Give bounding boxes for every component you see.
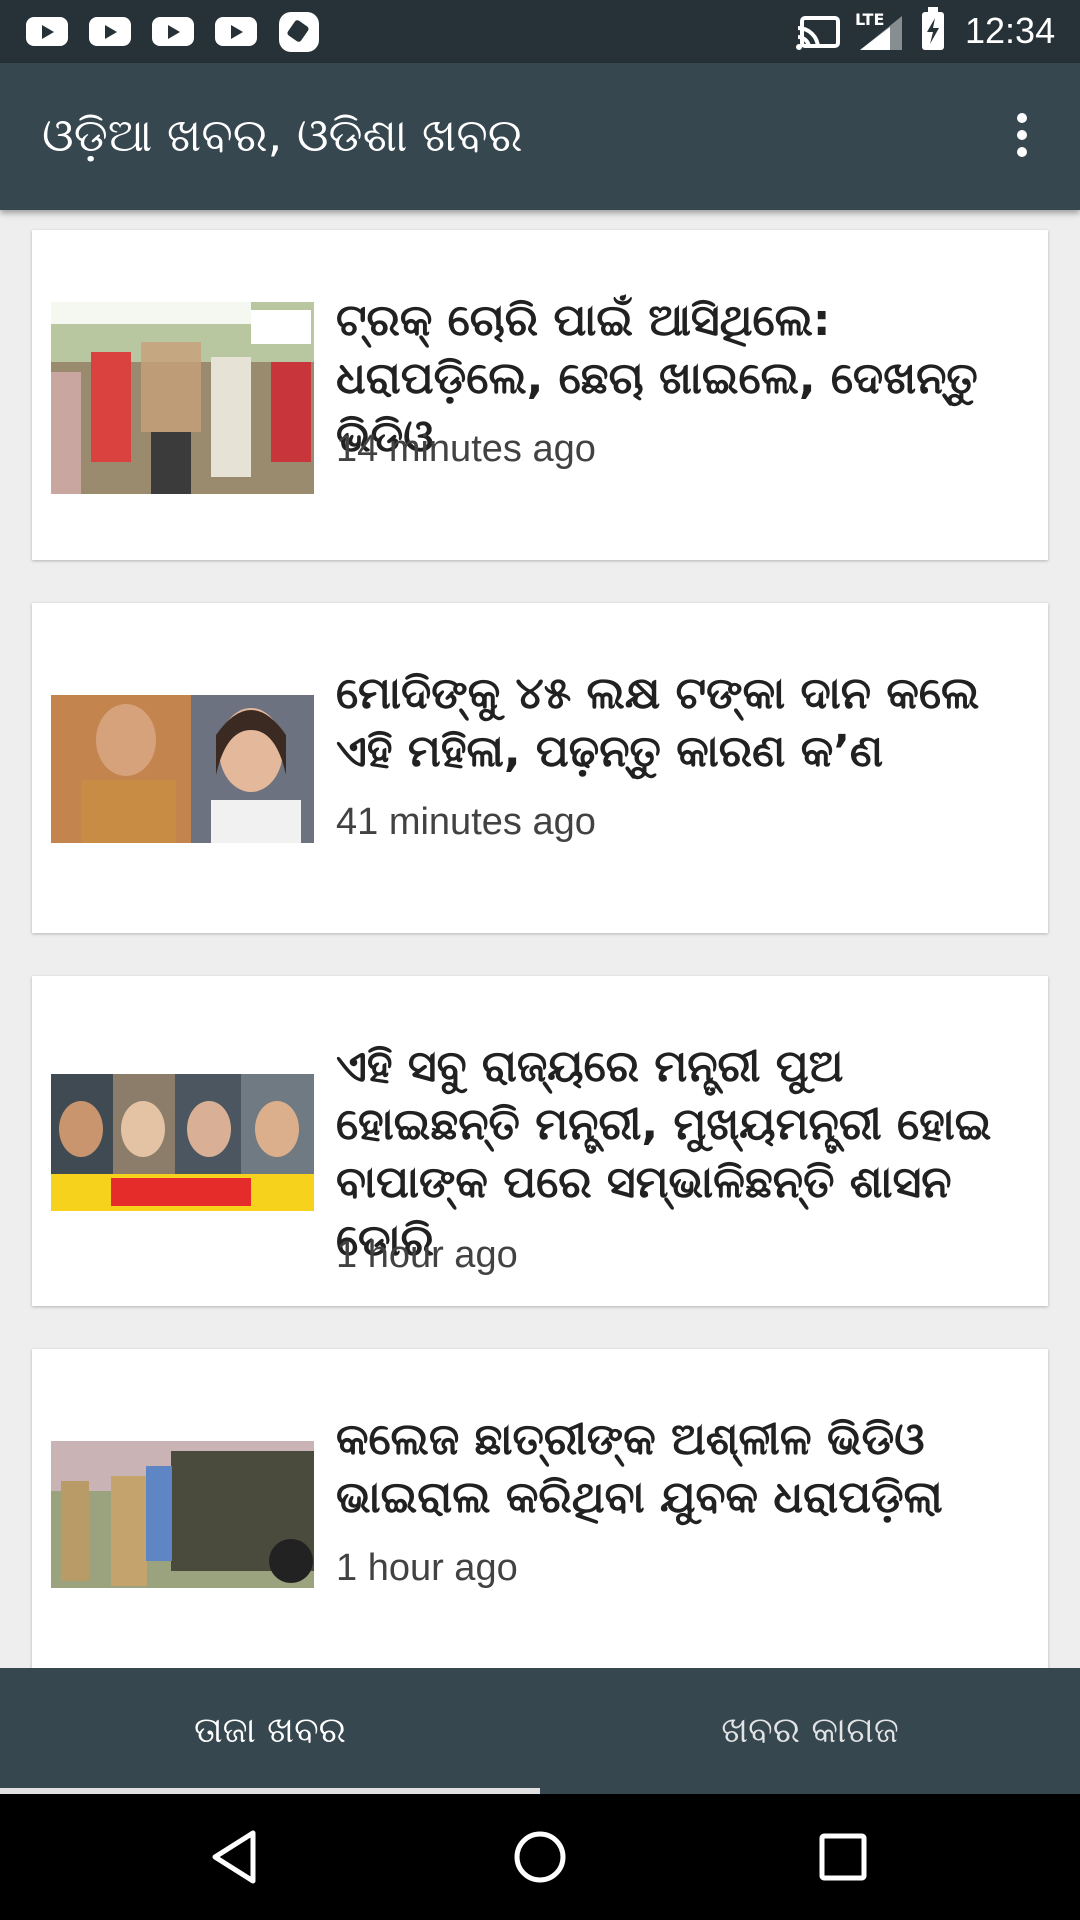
bottom-tab-bar: ତାଜା ଖବର ଖବର କାଗଜ <box>0 1668 1080 1794</box>
news-card[interactable]: ଏହି ସବୁ ରାଜ୍ୟରେ ମନ୍ତ୍ରୀ ପୁଅ ହୋଇଛନ୍ତି ମନ୍… <box>32 976 1048 1306</box>
recents-icon[interactable] <box>813 1827 873 1887</box>
app-title: ଓଡ଼ିଆ ଖବର, ଓଡିଶା ଖବର <box>42 108 523 162</box>
news-feed[interactable]: ଟ୍ରକ୍ ଚୋରି ପାଇଁ ଆସିଥିଲେ: ଧରାପଡ଼ିଲେ, ଛେଚା… <box>0 210 1080 1668</box>
system-navigation-bar <box>0 1794 1080 1920</box>
news-time: 41 minutes ago <box>336 801 596 843</box>
signal-icon <box>860 16 902 50</box>
home-icon[interactable] <box>510 1827 570 1887</box>
news-time: 1 hour ago <box>336 1234 518 1276</box>
news-card[interactable]: ଟ୍ରକ୍ ଚୋରି ପାଇଁ ଆସିଥିଲେ: ଧରାପଡ଼ିଲେ, ଛେଚା… <box>32 230 1048 560</box>
youtube-icon <box>26 17 68 46</box>
tab-latest-news[interactable]: ତାଜା ଖବର <box>0 1668 540 1794</box>
battery-charging-icon <box>922 7 944 50</box>
news-card[interactable]: କଲେଜ ଛାତ୍ରୀଙ୍କ ଅଶ୍ଳୀଳ ଭିଡିଓ ଭାଇରାଲ କରିଥି… <box>32 1349 1048 1668</box>
app-bar: ଓଡ଼ିଆ ଖବର, ଓଡିଶା ଖବର <box>0 63 1080 210</box>
back-icon[interactable] <box>205 1827 265 1887</box>
more-vert-icon[interactable] <box>1010 113 1034 161</box>
news-title: ମୋଦିଙ୍କୁ ୪୫ ଲକ୍ଷ ଟଙ୍କା ଦାନ କଲେ ଏହି ମହିଳା… <box>336 668 980 777</box>
youtube-icon <box>215 17 257 46</box>
news-thumbnail <box>51 695 314 843</box>
news-thumbnail <box>51 1441 314 1588</box>
news-time: 14 minutes ago <box>336 428 596 470</box>
news-time: 1 hour ago <box>336 1547 518 1589</box>
app-icon <box>279 12 319 52</box>
status-bar: LTE 12:34 <box>0 0 1080 63</box>
news-title: କଲେଜ ଛାତ୍ରୀଙ୍କ ଅଶ୍ଳୀଳ ଭିଡିଓ ଭାଇରାଲ କରିଥି… <box>336 1414 943 1523</box>
news-thumbnail <box>51 302 314 494</box>
youtube-icon <box>152 17 194 46</box>
youtube-icon <box>89 17 131 46</box>
tab-newspaper[interactable]: ଖବର କାଗଜ <box>540 1668 1080 1794</box>
news-card[interactable]: ମୋଦିଙ୍କୁ ୪୫ ଲକ୍ଷ ଟଙ୍କା ଦାନ କଲେ ଏହି ମହିଳା… <box>32 603 1048 933</box>
news-thumbnail <box>51 1074 314 1211</box>
clock: 12:34 <box>965 10 1056 51</box>
cast-icon <box>796 16 840 50</box>
